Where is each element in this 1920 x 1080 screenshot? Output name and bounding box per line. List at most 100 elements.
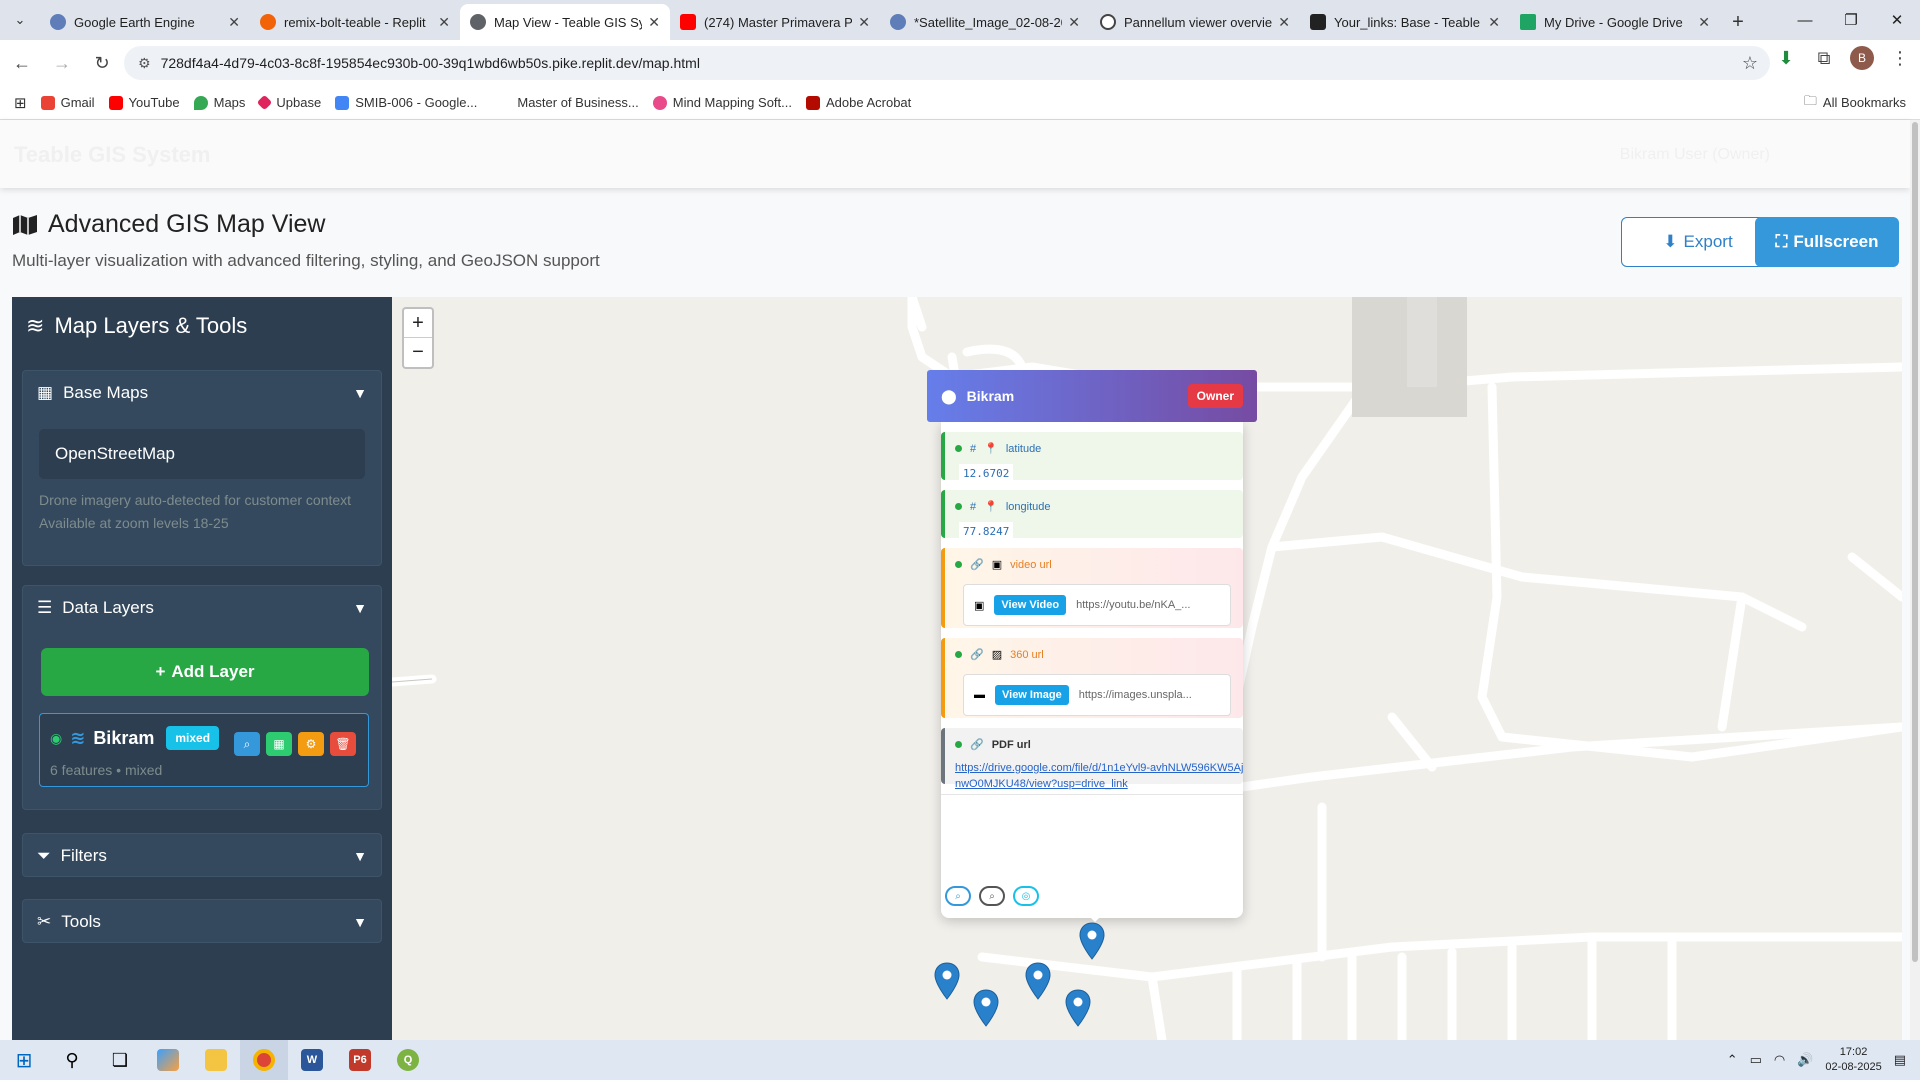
volume-icon[interactable]: 🔊 xyxy=(1797,1052,1813,1068)
bookmark-mind-mapping[interactable]: Mind Mapping Soft... xyxy=(652,95,792,110)
tab-pannellum[interactable]: Pannellum viewer overvie ✕ xyxy=(1090,4,1300,40)
copilot-icon[interactable] xyxy=(144,1040,192,1080)
view-video-button[interactable]: View Video xyxy=(994,595,1067,615)
map-canvas[interactable]: + − # 📍 latitude 12.6702 # 📍 longitude 7… xyxy=(392,297,1902,1040)
bookmark-adobe-acrobat[interactable]: Adobe Acrobat xyxy=(805,95,911,110)
teable-favicon-icon xyxy=(1310,14,1326,30)
add-layer-button[interactable]: + Add Layer xyxy=(41,648,369,696)
download-icon[interactable]: ⬇ xyxy=(1774,48,1798,69)
base-map-select[interactable]: OpenStreetMap xyxy=(39,429,365,479)
tab-google-earth-engine[interactable]: Google Earth Engine ✕ xyxy=(40,4,250,40)
close-tab-icon[interactable]: ✕ xyxy=(228,14,240,31)
settings-gear-icon[interactable]: ⚙ xyxy=(298,732,324,756)
wifi-icon[interactable]: ◠ xyxy=(1774,1052,1785,1068)
search-icon[interactable]: ⌕ xyxy=(979,886,1005,906)
close-tab-icon[interactable]: ✕ xyxy=(1698,14,1710,31)
qgis-icon[interactable]: Q xyxy=(384,1040,432,1080)
back-icon[interactable]: ← xyxy=(4,45,40,81)
site-info-icon[interactable]: ⚙ xyxy=(138,55,151,72)
table-icon[interactable]: ▦ xyxy=(266,732,292,756)
layer-name-row: ◉ ≋ Bikram mixed xyxy=(50,726,220,750)
restore-icon[interactable]: ❐ xyxy=(1828,0,1874,40)
zoom-out-button[interactable]: − xyxy=(404,338,432,367)
bookmark-star-icon[interactable]: ☆ xyxy=(1742,53,1758,74)
user-menu[interactable]: Bikram User (Owner) xyxy=(1620,146,1770,164)
video-link-box: ▣ View Video https://youtu.be/nKA_... xyxy=(963,584,1231,626)
pdf-url-link[interactable]: https://drive.google.com/file/d/1n1eYvl9… xyxy=(955,760,1245,792)
search-icon[interactable]: ⚲ xyxy=(48,1040,96,1080)
reload-icon[interactable]: ↻ xyxy=(84,45,120,81)
notifications-icon[interactable]: ▤ xyxy=(1894,1052,1906,1068)
locate-target-icon[interactable]: ◎ xyxy=(1013,886,1039,906)
export-button[interactable]: ⬇ Export xyxy=(1621,217,1775,267)
zoom-in-button[interactable]: + xyxy=(404,309,432,338)
forward-icon[interactable]: → xyxy=(44,45,80,81)
address-bar[interactable]: ⚙ 728df4a4-4d79-4c03-8c8f-195854ec930b-0… xyxy=(124,46,1770,80)
tools-header[interactable]: ✂ Tools ▼ xyxy=(23,900,381,944)
layer-item-bikram[interactable]: ◉ ≋ Bikram mixed ⌕ ▦ ⚙ 🗑 6 features • mi… xyxy=(39,713,369,787)
trash-icon[interactable]: 🗑 xyxy=(330,732,356,756)
map-pin-icon: ⬤ xyxy=(941,387,957,404)
bookmark-maps[interactable]: Maps xyxy=(193,95,245,110)
windows-start-icon[interactable]: ⊞ xyxy=(0,1040,48,1080)
menu-kebab-icon[interactable]: ⋮ xyxy=(1888,48,1912,69)
data-layers-header[interactable]: ☰ Data Layers ▼ xyxy=(23,586,381,630)
network-icon[interactable]: ▭ xyxy=(1750,1052,1762,1068)
minimize-icon[interactable]: — xyxy=(1782,0,1828,40)
file-explorer-icon[interactable] xyxy=(192,1040,240,1080)
fullscreen-button[interactable]: ⛶ Fullscreen xyxy=(1755,217,1899,267)
all-bookmarks-button[interactable]: 🗀 All Bookmarks xyxy=(1804,92,1906,114)
tab-your-links[interactable]: Your_links: Base - Teable ✕ xyxy=(1300,4,1510,40)
close-window-icon[interactable]: ✕ xyxy=(1874,0,1920,40)
scrollbar-thumb[interactable] xyxy=(1912,122,1918,962)
view-image-button[interactable]: View Image xyxy=(995,685,1069,705)
filters-header[interactable]: ⏷ Filters ▼ xyxy=(23,834,381,878)
extensions-icon[interactable]: ⧉ xyxy=(1812,48,1836,69)
zoom-to-feature-icon[interactable]: ⌕ xyxy=(945,886,971,906)
map-marker-icon[interactable] xyxy=(1025,962,1051,1000)
map-marker-icon[interactable] xyxy=(1065,989,1091,1027)
close-tab-icon[interactable]: ✕ xyxy=(858,14,870,31)
globe-favicon-icon xyxy=(470,14,486,30)
tab-replit[interactable]: remix-bolt-teable - Replit ✕ xyxy=(250,4,460,40)
bookmark-master-business[interactable]: Master of Business... xyxy=(517,95,638,110)
windows-taskbar: ⊞ ⚲ ❏ W P6 Q ⌃ ▭ ◠ 🔊 17:02 02-08-2025 ▤ xyxy=(0,1040,1920,1080)
zoom-to-layer-icon[interactable]: ⌕ xyxy=(234,732,260,756)
close-tab-icon[interactable]: ✕ xyxy=(1068,14,1080,31)
visibility-eye-icon[interactable]: ◉ xyxy=(50,730,62,747)
map-marker-icon[interactable] xyxy=(973,989,999,1027)
clock[interactable]: 17:02 02-08-2025 xyxy=(1825,1045,1881,1075)
new-tab-button[interactable]: + xyxy=(1720,4,1756,40)
tab-satellite-image[interactable]: *Satellite_Image_02-08-20 ✕ xyxy=(880,4,1090,40)
base-maps-header[interactable]: ▦ Base Maps ▼ xyxy=(23,371,381,415)
bookmark-gmail[interactable]: Gmail xyxy=(40,95,95,110)
close-tab-icon[interactable]: ✕ xyxy=(648,14,660,31)
status-dot-icon xyxy=(955,445,962,452)
fullscreen-label: Fullscreen xyxy=(1793,232,1879,251)
word-icon[interactable]: W xyxy=(288,1040,336,1080)
close-tab-icon[interactable]: ✕ xyxy=(1488,14,1500,31)
map-marker-icon[interactable] xyxy=(1079,922,1105,960)
tab-search-icon[interactable]: ⌄ xyxy=(0,0,40,40)
map-marker-icon[interactable] xyxy=(934,962,960,1000)
tab-map-view[interactable]: Map View - Teable GIS Sy ✕ xyxy=(460,4,670,40)
field-latitude: # 📍 latitude 12.6702 xyxy=(941,432,1243,483)
tab-title: Map View - Teable GIS Sy xyxy=(494,14,643,30)
drone-note-line1: Drone imagery auto-detected for customer… xyxy=(39,492,352,508)
close-tab-icon[interactable]: ✕ xyxy=(1278,14,1290,31)
primavera-p6-icon[interactable]: P6 xyxy=(336,1040,384,1080)
tab-google-drive[interactable]: My Drive - Google Drive ✕ xyxy=(1510,4,1720,40)
bookmark-smib[interactable]: SMIB-006 - Google... xyxy=(335,95,477,110)
profile-avatar[interactable]: B xyxy=(1850,46,1874,70)
bookmark-youtube[interactable]: YouTube xyxy=(108,95,180,110)
bookmark-upbase[interactable]: Upbase xyxy=(257,94,321,111)
tab-title: My Drive - Google Drive xyxy=(1544,14,1683,30)
task-view-icon[interactable]: ❏ xyxy=(96,1040,144,1080)
apps-grid-icon[interactable]: ⊞ xyxy=(14,94,27,112)
chrome-icon[interactable] xyxy=(240,1040,288,1080)
close-tab-icon[interactable]: ✕ xyxy=(438,14,450,31)
app-brand[interactable]: Teable GIS System xyxy=(14,142,210,168)
tab-youtube[interactable]: (274) Master Primavera P6 ✕ xyxy=(670,4,880,40)
page-scrollbar[interactable] xyxy=(1910,120,1920,1040)
chevron-up-icon[interactable]: ⌃ xyxy=(1727,1052,1738,1068)
